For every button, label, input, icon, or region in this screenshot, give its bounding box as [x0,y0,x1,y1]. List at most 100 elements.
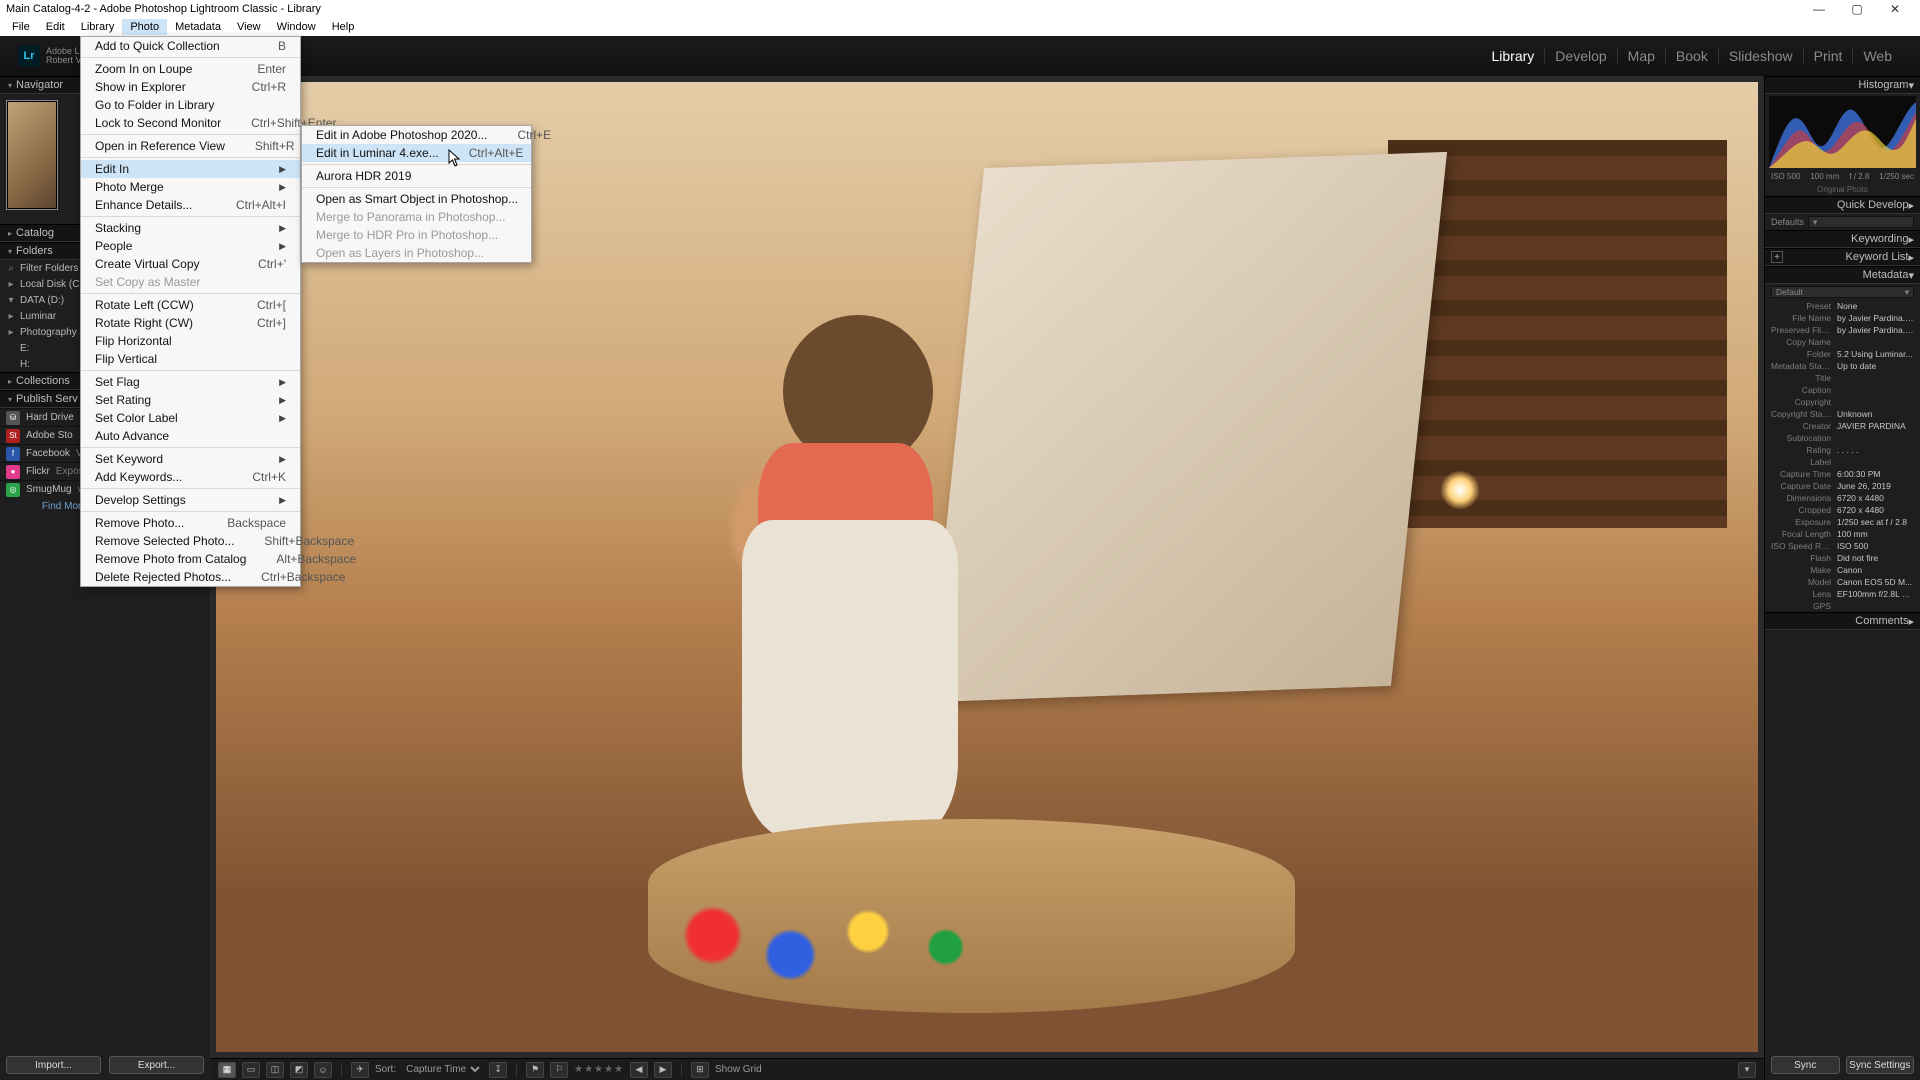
keyword-list-header[interactable]: +Keyword List▸ [1765,248,1920,266]
menu-item[interactable]: Rotate Left (CCW)Ctrl+[ [81,296,300,314]
toolbar-menu-icon[interactable]: ▾ [1738,1062,1756,1078]
flag-pick-icon[interactable]: ⚑ [526,1062,544,1078]
add-keyword-icon[interactable]: + [1771,251,1783,263]
metadata-row[interactable]: FlashDid not fire [1765,552,1920,564]
menu-item[interactable]: Delete Rejected Photos...Ctrl+Backspace [81,568,300,586]
menu-item[interactable]: Set Rating▶ [81,391,300,409]
metadata-row[interactable]: Rating. . . . . [1765,444,1920,456]
metadata-row[interactable]: Copyright StatusUnknown [1765,408,1920,420]
menu-item[interactable]: Edit in Luminar 4.exe...Ctrl+Alt+E [302,144,531,162]
sync-button[interactable]: Sync [1771,1056,1840,1074]
histogram-header[interactable]: Histogram▾ [1765,76,1920,94]
menu-help[interactable]: Help [324,19,363,35]
sync-settings-button[interactable]: Sync Settings [1846,1056,1915,1074]
menu-view[interactable]: View [229,19,269,35]
window-minimize-icon[interactable]: — [1800,2,1838,16]
painter-tool-icon[interactable]: ✈ [351,1062,369,1078]
menu-item[interactable]: Set Color Label▶ [81,409,300,427]
metadata-row[interactable]: ModelCanon EOS 5D M... [1765,576,1920,588]
metadata-row[interactable]: Cropped6720 x 4480 [1765,504,1920,516]
keywording-header[interactable]: Keywording▸ [1765,230,1920,248]
menu-item[interactable]: Stacking▶ [81,219,300,237]
quick-develop-header[interactable]: Quick Develop▸ [1765,196,1920,214]
metadata-row[interactable]: LensEF100mm f/2.8L M... [1765,588,1920,600]
metadata-row[interactable]: Exposure1/250 sec at f / 2.8 [1765,516,1920,528]
menu-item[interactable]: Open in Reference ViewShift+R [81,137,300,155]
metadata-row[interactable]: Focal Length100 mm [1765,528,1920,540]
metadata-row[interactable]: MakeCanon [1765,564,1920,576]
menu-item[interactable]: Edit In▶ [81,160,300,178]
loupe-view-icon[interactable]: ▭ [242,1062,260,1078]
menu-item[interactable]: Remove Selected Photo...Shift+Backspace [81,532,300,550]
menubar[interactable]: FileEditLibraryPhotoMetadataViewWindowHe… [0,18,1920,36]
menu-edit[interactable]: Edit [38,19,73,35]
menu-item[interactable]: Photo Merge▶ [81,178,300,196]
menu-window[interactable]: Window [269,19,324,35]
metadata-row[interactable]: Label [1765,456,1920,468]
menu-item[interactable]: Auto Advance [81,427,300,445]
module-tabs[interactable]: LibraryDevelopMapBookSlideshowPrintWeb [1482,48,1903,64]
menu-item[interactable]: Add Keywords...Ctrl+K [81,468,300,486]
module-book[interactable]: Book [1666,48,1719,64]
module-print[interactable]: Print [1804,48,1854,64]
menu-item[interactable]: Add to Quick CollectionB [81,37,300,55]
photo-menu[interactable]: Add to Quick CollectionB Zoom In on Loupe… [80,36,301,587]
sort-dropdown[interactable]: Capture Time [402,1063,483,1076]
menu-library[interactable]: Library [73,19,123,35]
menu-photo[interactable]: Photo [122,19,167,35]
nav-next-icon[interactable]: ▶ [654,1062,672,1078]
compare-view-icon[interactable]: ◫ [266,1062,284,1078]
menu-item[interactable]: Edit in Adobe Photoshop 2020...Ctrl+E [302,126,531,144]
menu-metadata[interactable]: Metadata [167,19,229,35]
menu-item[interactable]: People▶ [81,237,300,255]
module-slideshow[interactable]: Slideshow [1719,48,1804,64]
menu-item[interactable]: Show in ExplorerCtrl+R [81,78,300,96]
metadata-row[interactable]: Copy Name [1765,336,1920,348]
metadata-row[interactable]: GPS [1765,600,1920,612]
metadata-row[interactable]: File Nameby Javier Pardina.CR2 [1765,312,1920,324]
comments-header[interactable]: Comments▸ [1765,612,1920,630]
qd-preset-dropdown[interactable]: ▾ [1808,216,1914,228]
menu-item[interactable]: Remove Photo...Backspace [81,514,300,532]
metadata-row[interactable]: Preserved File Nameby Javier Pardina.CR2 [1765,324,1920,336]
metadata-row[interactable]: Sublocation [1765,432,1920,444]
menu-item[interactable]: Create Virtual CopyCtrl+' [81,255,300,273]
metadata-row[interactable]: Folder5.2 Using Luminar... [1765,348,1920,360]
metadata-row[interactable]: Dimensions6720 x 4480 [1765,492,1920,504]
menu-item[interactable]: Set Flag▶ [81,373,300,391]
people-view-icon[interactable]: ☺ [314,1062,332,1078]
export-button[interactable]: Export... [109,1056,204,1074]
survey-view-icon[interactable]: ◩ [290,1062,308,1078]
metadata-row[interactable]: Metadata StatusUp to date [1765,360,1920,372]
show-grid-label[interactable]: Show Grid [715,1064,762,1075]
module-web[interactable]: Web [1853,48,1902,64]
module-develop[interactable]: Develop [1545,48,1617,64]
menu-file[interactable]: File [4,19,38,35]
menu-item[interactable]: Rotate Right (CW)Ctrl+] [81,314,300,332]
window-maximize-icon[interactable]: ▢ [1838,2,1876,16]
metadata-row[interactable]: ISO Speed RatingISO 500 [1765,540,1920,552]
module-map[interactable]: Map [1618,48,1666,64]
menu-item[interactable]: Remove Photo from CatalogAlt+Backspace [81,550,300,568]
grid-view-icon[interactable]: ▦ [218,1062,236,1078]
menu-item[interactable]: Go to Folder in Library [81,96,300,114]
metadata-row[interactable]: Caption [1765,384,1920,396]
menu-item[interactable]: Aurora HDR 2019 [302,167,531,185]
menu-item[interactable]: Enhance Details...Ctrl+Alt+I [81,196,300,214]
metadata-row[interactable]: Title [1765,372,1920,384]
metadata-row[interactable]: Copyright [1765,396,1920,408]
thumb-size-icon[interactable]: ⊞ [691,1062,709,1078]
metadata-row[interactable]: Capture DateJune 26, 2019 [1765,480,1920,492]
nav-prev-icon[interactable]: ◀ [630,1062,648,1078]
menu-item[interactable]: Flip Horizontal [81,332,300,350]
metadata-row[interactable]: PresetNone [1765,300,1920,312]
menu-item[interactable]: Zoom In on LoupeEnter [81,60,300,78]
metadata-row[interactable]: CreatorJAVIER PARDINA [1765,420,1920,432]
rating-stars[interactable]: ★★★★★ [574,1064,624,1075]
metadata-header[interactable]: Metadata▾ [1765,266,1920,284]
menu-item[interactable]: Flip Vertical [81,350,300,368]
menu-item[interactable]: Lock to Second MonitorCtrl+Shift+Enter [81,114,300,132]
flag-reject-icon[interactable]: ⚐ [550,1062,568,1078]
window-close-icon[interactable]: ✕ [1876,2,1914,16]
metadata-row[interactable]: Capture Time6:00:30 PM [1765,468,1920,480]
